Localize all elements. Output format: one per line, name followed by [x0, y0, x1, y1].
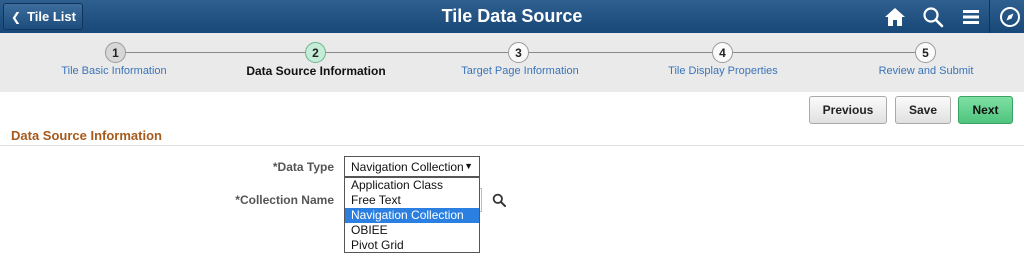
menu-icon[interactable]	[958, 4, 984, 30]
search-icon[interactable]	[920, 4, 946, 30]
app-header: ❮ Tile List Tile Data Source	[0, 0, 1024, 33]
step-2-label: Data Source Information	[246, 64, 386, 78]
lookup-search-icon[interactable]	[487, 188, 511, 212]
navbar-compass-icon[interactable]	[997, 4, 1023, 30]
step-3-label[interactable]: Target Page Information	[420, 65, 620, 77]
step-5-circle[interactable]: 5	[915, 42, 936, 63]
data-type-select[interactable]: Navigation Collection ▼	[344, 156, 480, 177]
next-button[interactable]: Next	[958, 96, 1013, 124]
step-3-circle[interactable]: 3	[508, 42, 529, 63]
option-free-text[interactable]: Free Text	[345, 193, 479, 208]
section-title: Data Source Information	[11, 128, 162, 143]
step-4-circle[interactable]: 4	[712, 42, 733, 63]
option-pivot-grid[interactable]: Pivot Grid	[345, 238, 479, 252]
section-divider	[0, 145, 1024, 146]
step-train: 1 Tile Basic Information 2 Data Source I…	[0, 33, 1024, 92]
save-button[interactable]: Save	[895, 96, 951, 124]
option-obiee[interactable]: OBIEE	[345, 223, 479, 238]
dropdown-caret-icon: ▼	[464, 161, 473, 171]
data-type-options-list: Application Class Free Text Navigation C…	[344, 177, 480, 253]
step-2-circle[interactable]: 2	[305, 42, 326, 63]
step-4-label[interactable]: Tile Display Properties	[623, 65, 823, 77]
step-1-label[interactable]: Tile Basic Information	[14, 65, 214, 77]
option-navigation-collection[interactable]: Navigation Collection	[345, 208, 479, 223]
collection-name-label: *Collection Name	[235, 193, 334, 207]
step-5-label[interactable]: Review and Submit	[826, 65, 1024, 77]
page-title: Tile Data Source	[441, 6, 583, 26]
data-type-label: *Data Type	[272, 160, 334, 174]
header-divider	[989, 0, 990, 33]
previous-button[interactable]: Previous	[809, 96, 887, 124]
option-application-class[interactable]: Application Class	[345, 178, 479, 193]
step-1-circle[interactable]: 1	[105, 42, 126, 63]
data-type-selected-value: Navigation Collection	[351, 159, 464, 174]
home-icon[interactable]	[882, 4, 908, 30]
